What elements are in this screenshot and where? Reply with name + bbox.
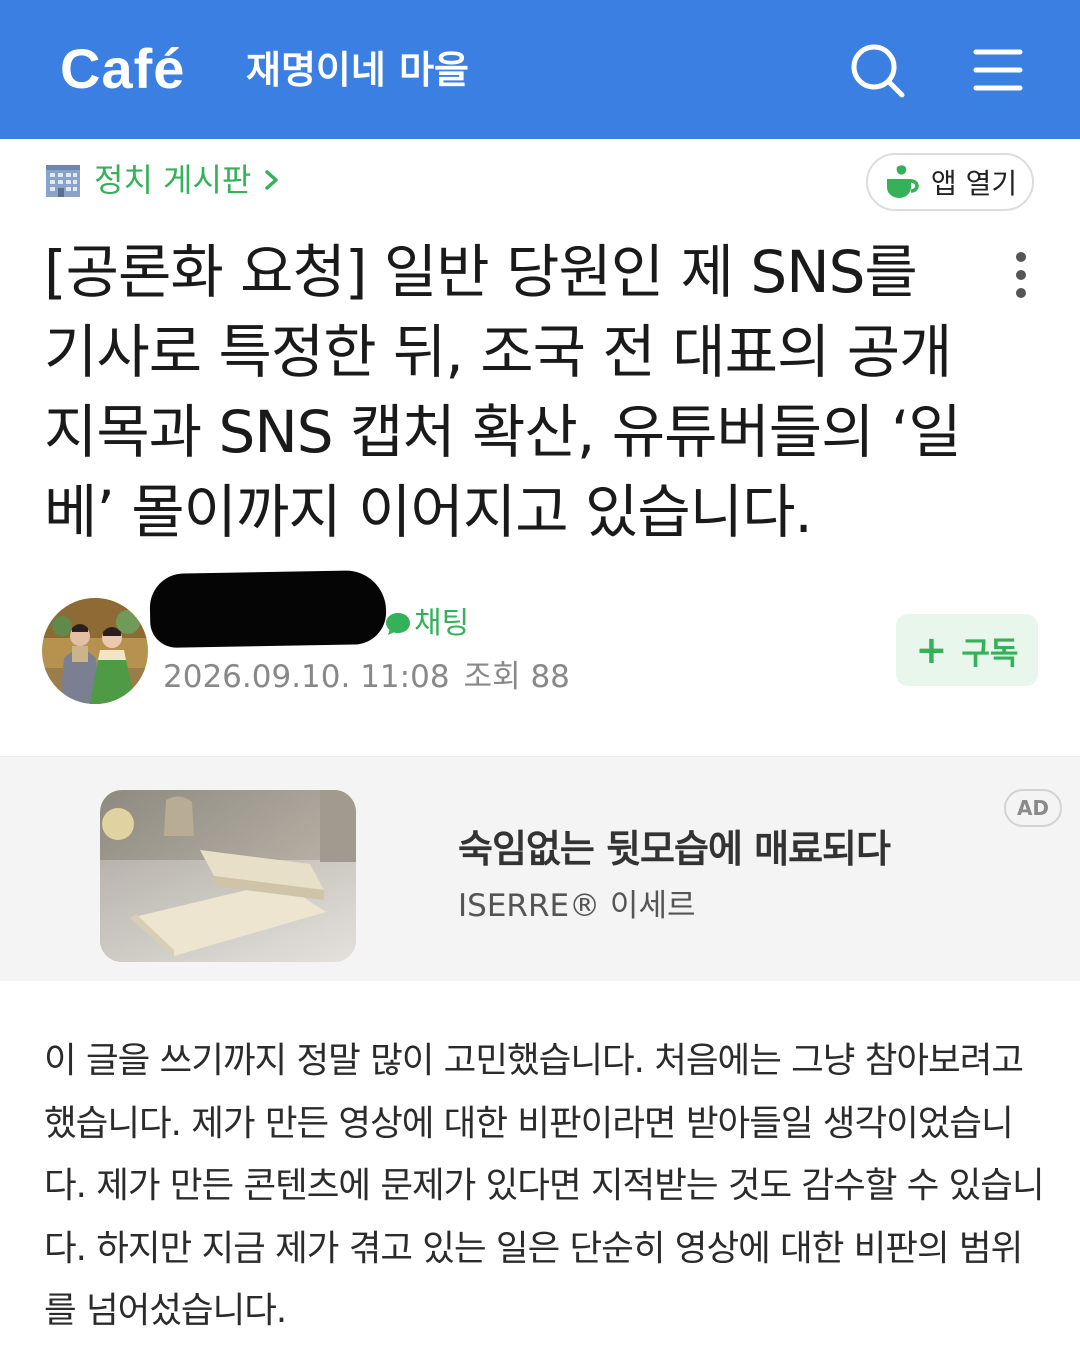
board-label: 정치 게시판	[94, 161, 252, 199]
subscribe-button[interactable]: + 구독	[896, 614, 1038, 686]
post-meta: 2026.09.10. 11:08 조회 88	[163, 656, 570, 698]
author-avatar[interactable]	[42, 598, 148, 704]
chat-bubble-icon	[386, 613, 410, 635]
plus-icon: +	[915, 628, 948, 672]
cafe-name[interactable]: 재명이네 마을	[246, 44, 469, 96]
ad-image	[100, 790, 356, 962]
ad-banner[interactable]: 숙임없는 뒷모습에 매료되다 ISERRE® 이세르 AD	[0, 756, 1080, 981]
ad-badge[interactable]: AD	[1004, 789, 1062, 827]
chevron-right-icon	[265, 170, 279, 190]
cafe-logo[interactable]: Café	[60, 36, 185, 102]
post-title: [공론화 요청] 일반 당원인 제 SNS를 기사로 특정한 뒤, 조국 전 대…	[44, 238, 962, 546]
post-body: 이 글을 쓰기까지 정말 많이 고민했습니다. 처음에는 그냥 참아보려고 했습…	[44, 1040, 1045, 1331]
hamburger-menu-icon	[973, 49, 1023, 91]
author-photo	[42, 598, 148, 704]
chat-button[interactable]: 채팅	[384, 604, 469, 644]
search-button[interactable]	[845, 38, 909, 102]
menu-button[interactable]	[966, 38, 1030, 102]
coffee-cup-icon	[886, 165, 919, 198]
view-count: 조회 88	[463, 659, 570, 695]
more-options-button[interactable]	[1004, 248, 1038, 302]
post-date: 2026.09.10. 11:08	[163, 659, 450, 695]
more-vertical-icon	[1016, 252, 1026, 298]
ad-product-photo	[100, 790, 356, 962]
ad-brand: ISERRE® 이세르	[458, 888, 696, 924]
search-icon	[851, 44, 905, 98]
chat-label: 채팅	[414, 606, 470, 641]
open-app-button[interactable]: 앱 열기	[866, 153, 1034, 211]
top-app-bar: Café 재명이네 마을	[0, 0, 1080, 139]
redaction-mark	[149, 569, 387, 649]
subscribe-label: 구독	[961, 635, 1019, 672]
building-icon	[46, 165, 80, 197]
open-app-label: 앱 열기	[930, 167, 1018, 200]
board-link[interactable]: 정치 게시판	[44, 156, 281, 204]
ad-headline: 숙임없는 뒷모습에 매료되다	[458, 827, 891, 871]
